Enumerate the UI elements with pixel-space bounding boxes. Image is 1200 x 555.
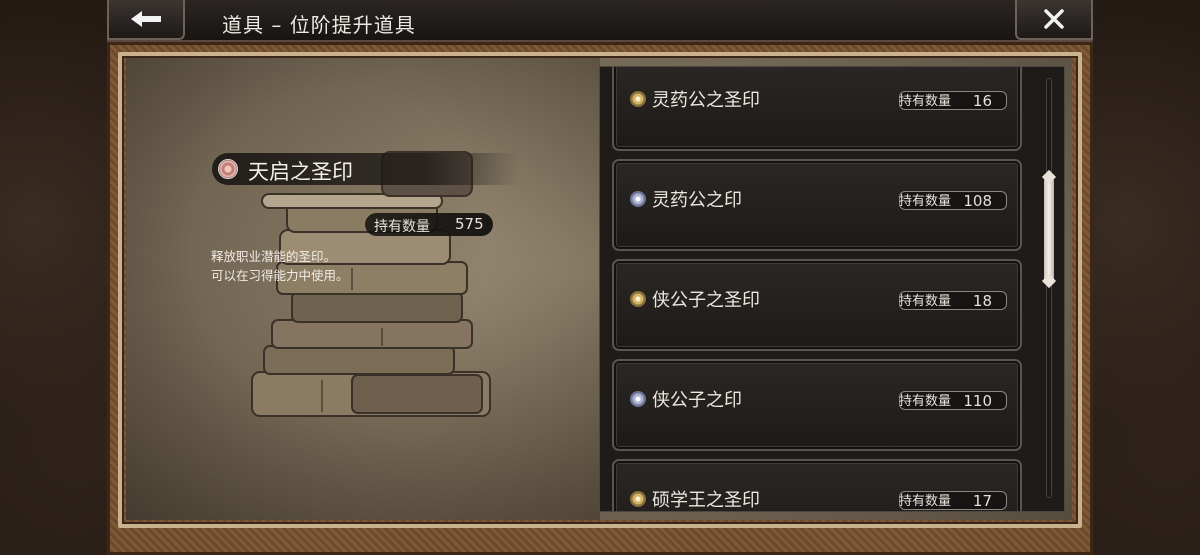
selected-qty-label: 持有数量 (374, 219, 430, 235)
item-qty: 16 (972, 92, 992, 110)
close-icon (1044, 9, 1064, 29)
back-button[interactable] (107, 0, 185, 40)
list-item[interactable]: 硕学王之圣印 17 持有数量 (612, 459, 1022, 511)
item-name: 灵药公之圣印 (652, 90, 760, 111)
arrow-left-icon (131, 11, 161, 27)
seal-gold-icon (630, 91, 646, 107)
selected-item-name: 天启之圣印 (248, 160, 353, 184)
item-name: 侠公子之圣印 (652, 290, 760, 311)
scrollbar-thumb[interactable] (1044, 178, 1054, 282)
close-button[interactable] (1015, 0, 1093, 40)
item-qty-label: 持有数量 (899, 494, 952, 509)
description-line-1: 释放职业潜能的圣印。 (211, 249, 337, 264)
item-list-panel[interactable]: 灵药公之圣印 16 持有数量 灵药公之印 108 持有数量 侠公子之圣印 18 … (599, 66, 1065, 512)
seal-gold-icon (630, 291, 646, 307)
item-description: 释放职业潜能的圣印。 可以在习得能力中使用。 (211, 247, 349, 285)
item-name: 侠公子之印 (652, 390, 742, 411)
list-item[interactable]: 灵药公之印 108 持有数量 (612, 159, 1022, 251)
item-qty: 110 (963, 392, 992, 410)
item-qty-label: 持有数量 (899, 94, 952, 109)
item-qty-label: 持有数量 (899, 194, 952, 209)
seal-silver-icon (630, 391, 646, 407)
seal-silver-icon (630, 191, 646, 207)
list-item[interactable]: 灵药公之圣印 16 持有数量 (612, 67, 1022, 151)
seal-icon (218, 159, 238, 179)
right-border-decoration (1093, 0, 1200, 555)
left-border-decoration (0, 0, 107, 555)
selected-qty-value: 575 (455, 215, 484, 233)
books-image (251, 151, 491, 417)
item-qty: 108 (963, 192, 992, 210)
item-qty-label: 持有数量 (899, 394, 952, 409)
page-title: 道具 – 位阶提升道具 (222, 13, 416, 37)
item-qty-label: 持有数量 (899, 294, 952, 309)
item-name: 硕学王之圣印 (652, 490, 760, 511)
list-item[interactable]: 侠公子之印 110 持有数量 (612, 359, 1022, 451)
item-name: 灵药公之印 (652, 190, 742, 211)
seal-gold-icon (630, 491, 646, 507)
list-item[interactable]: 侠公子之圣印 18 持有数量 (612, 259, 1022, 351)
books-illustration (232, 150, 502, 425)
item-qty: 18 (972, 292, 992, 310)
description-line-2: 可以在习得能力中使用。 (211, 268, 349, 283)
item-qty: 17 (972, 492, 992, 510)
